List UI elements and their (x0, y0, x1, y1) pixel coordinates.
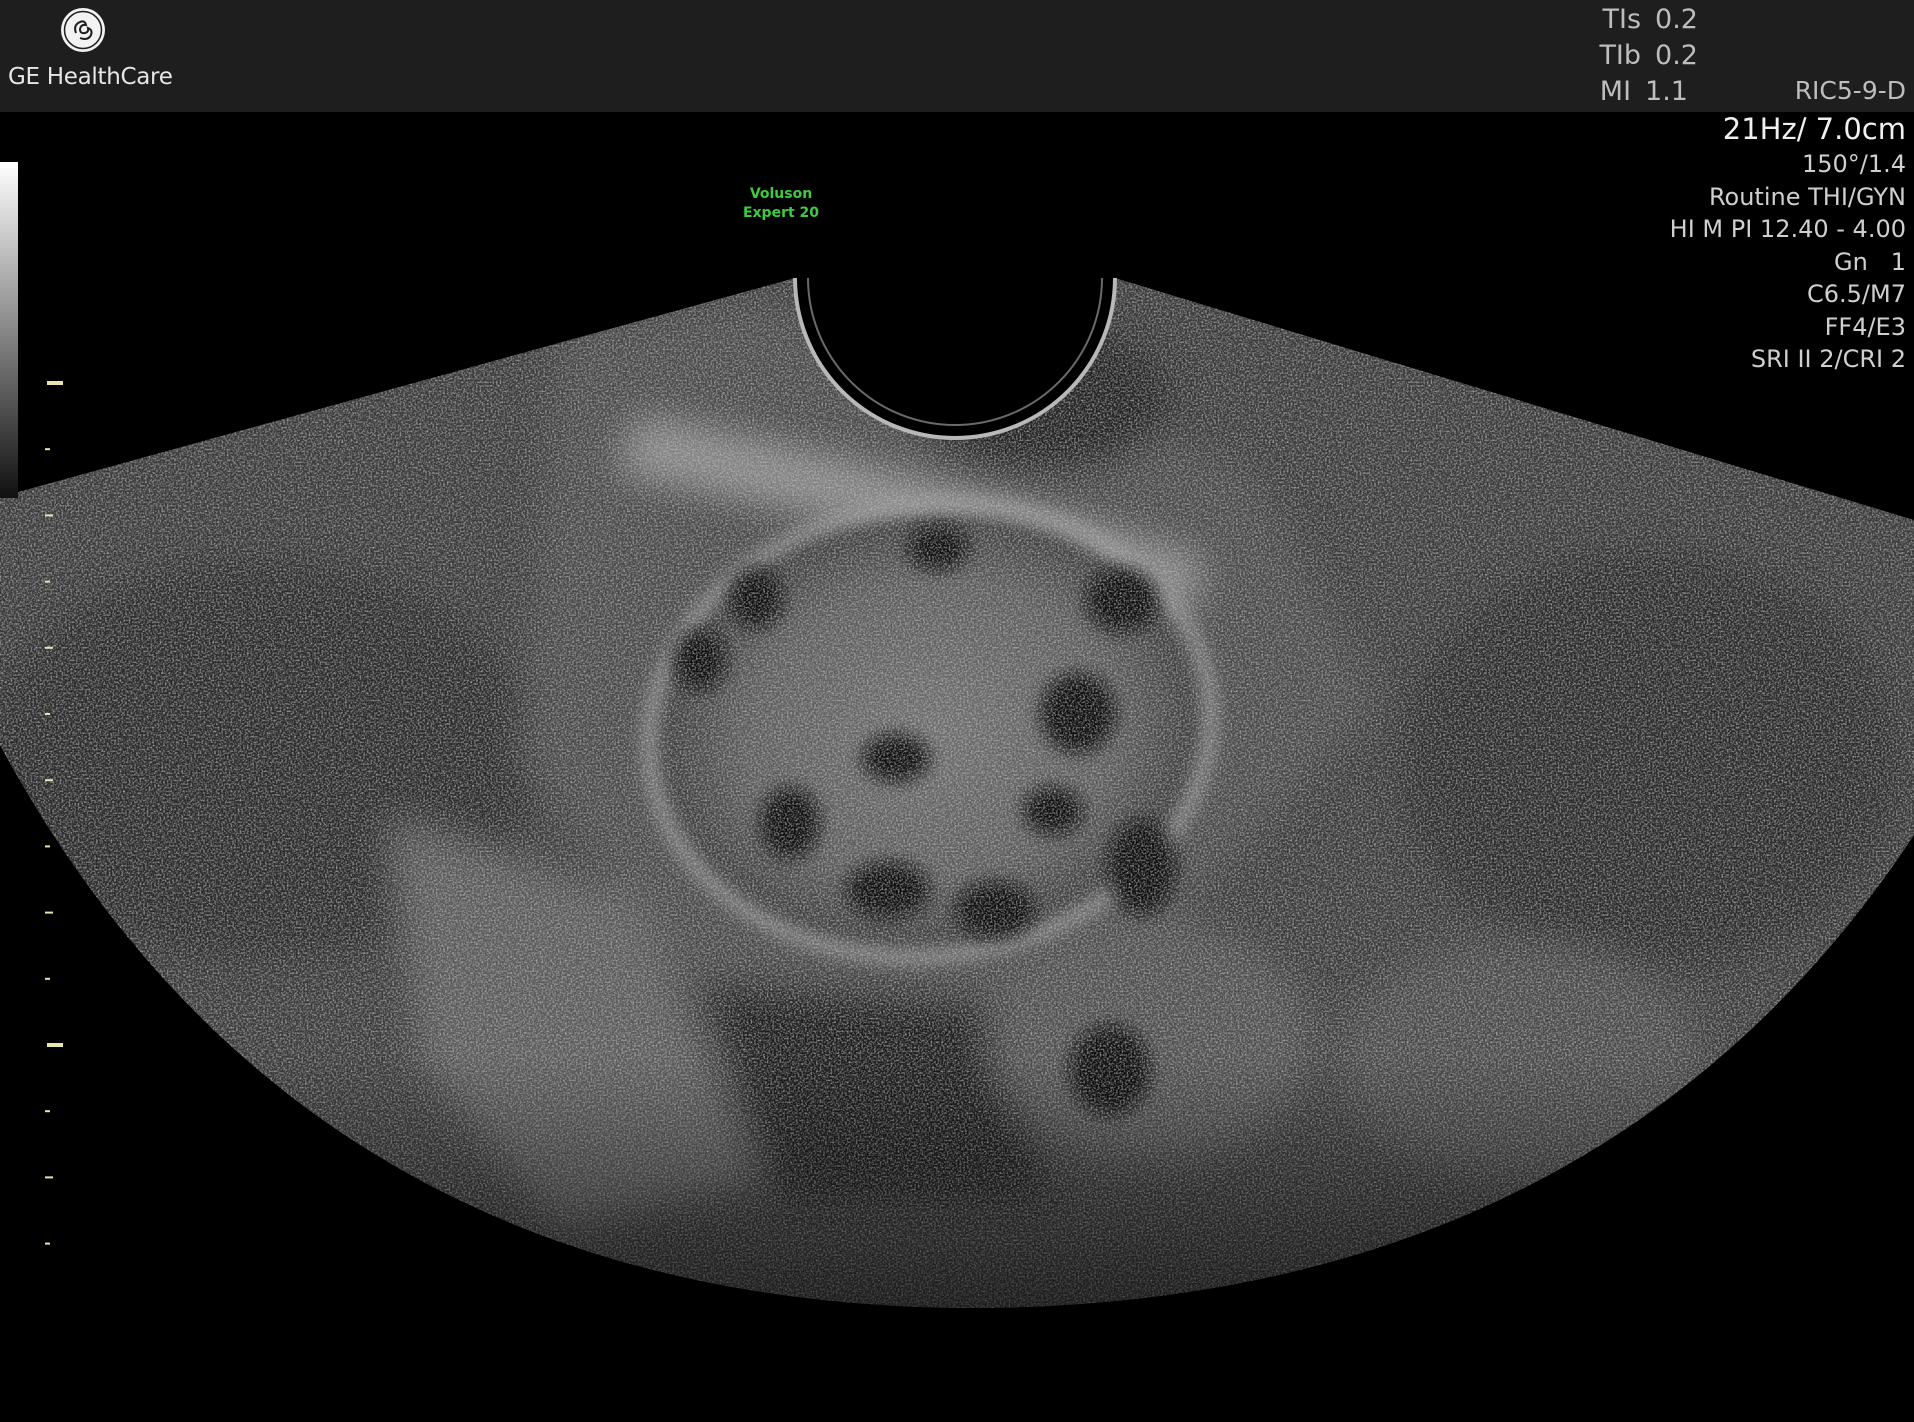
sector-angle: 150°/1.4 (1801, 150, 1906, 178)
speckle-reduction: SRI II 2/CRI 2 (1750, 345, 1906, 373)
depth-tick (45, 977, 50, 980)
harmonics: HI M PI 12.40 - 4.00 (1669, 215, 1906, 243)
frame-rate-depth: 21Hz/ 7.0cm (1722, 112, 1906, 146)
depth-tick (45, 646, 53, 649)
depth-tick (45, 911, 53, 914)
scan-parameters: 21Hz/ 7.0cm 150°/1.4 Routine THI/GYN HI … (1670, 110, 1906, 376)
depth-tick (45, 580, 50, 583)
frame-filter: FF4/E3 (1824, 312, 1906, 341)
preset: Routine THI/GYN (1708, 182, 1906, 211)
gain: Gn 1 (1834, 247, 1906, 276)
mi-value: 1.1 (1645, 76, 1688, 107)
depth-tick (45, 779, 53, 782)
depth-tick (45, 448, 50, 451)
depth-tick-major (47, 1043, 63, 1047)
depth-tick (45, 1242, 50, 1245)
depth-tick (45, 514, 53, 517)
depth-tick (45, 1110, 50, 1113)
thermal-index-soft: TIs 0.2 (1591, 4, 1698, 35)
tib-value: 0.2 (1655, 40, 1698, 71)
compression-map: C6.5/M7 (1807, 280, 1906, 308)
depth-tick (45, 845, 50, 848)
thermal-index-bone: TIb 0.2 (1591, 40, 1698, 71)
probe-name: RIC5-9-D (1794, 76, 1906, 105)
depth-tick-major (47, 381, 63, 385)
ultrasound-image (0, 277, 1914, 1309)
depth-ticks (45, 381, 63, 1245)
header-bar: GE HealthCare TIs 0.2 TIb 0.2 MI 1.1 RIC5-9… (0, 0, 1914, 112)
tis-label: TIs (1602, 4, 1642, 35)
brand-line-2: Expert 20 (742, 205, 820, 221)
mechanical-index: MI 1.1 (1581, 76, 1688, 107)
depth-scale (45, 381, 63, 1245)
system-brand: Voluson Expert 20 (726, 185, 836, 223)
depth-tick (45, 1176, 53, 1179)
tib-label: TIb (1599, 40, 1642, 71)
depth-tick (45, 713, 50, 715)
tis-value: 0.2 (1655, 4, 1698, 35)
mi-label: MI (1599, 76, 1632, 107)
brand-line-1: Voluson (749, 186, 813, 202)
